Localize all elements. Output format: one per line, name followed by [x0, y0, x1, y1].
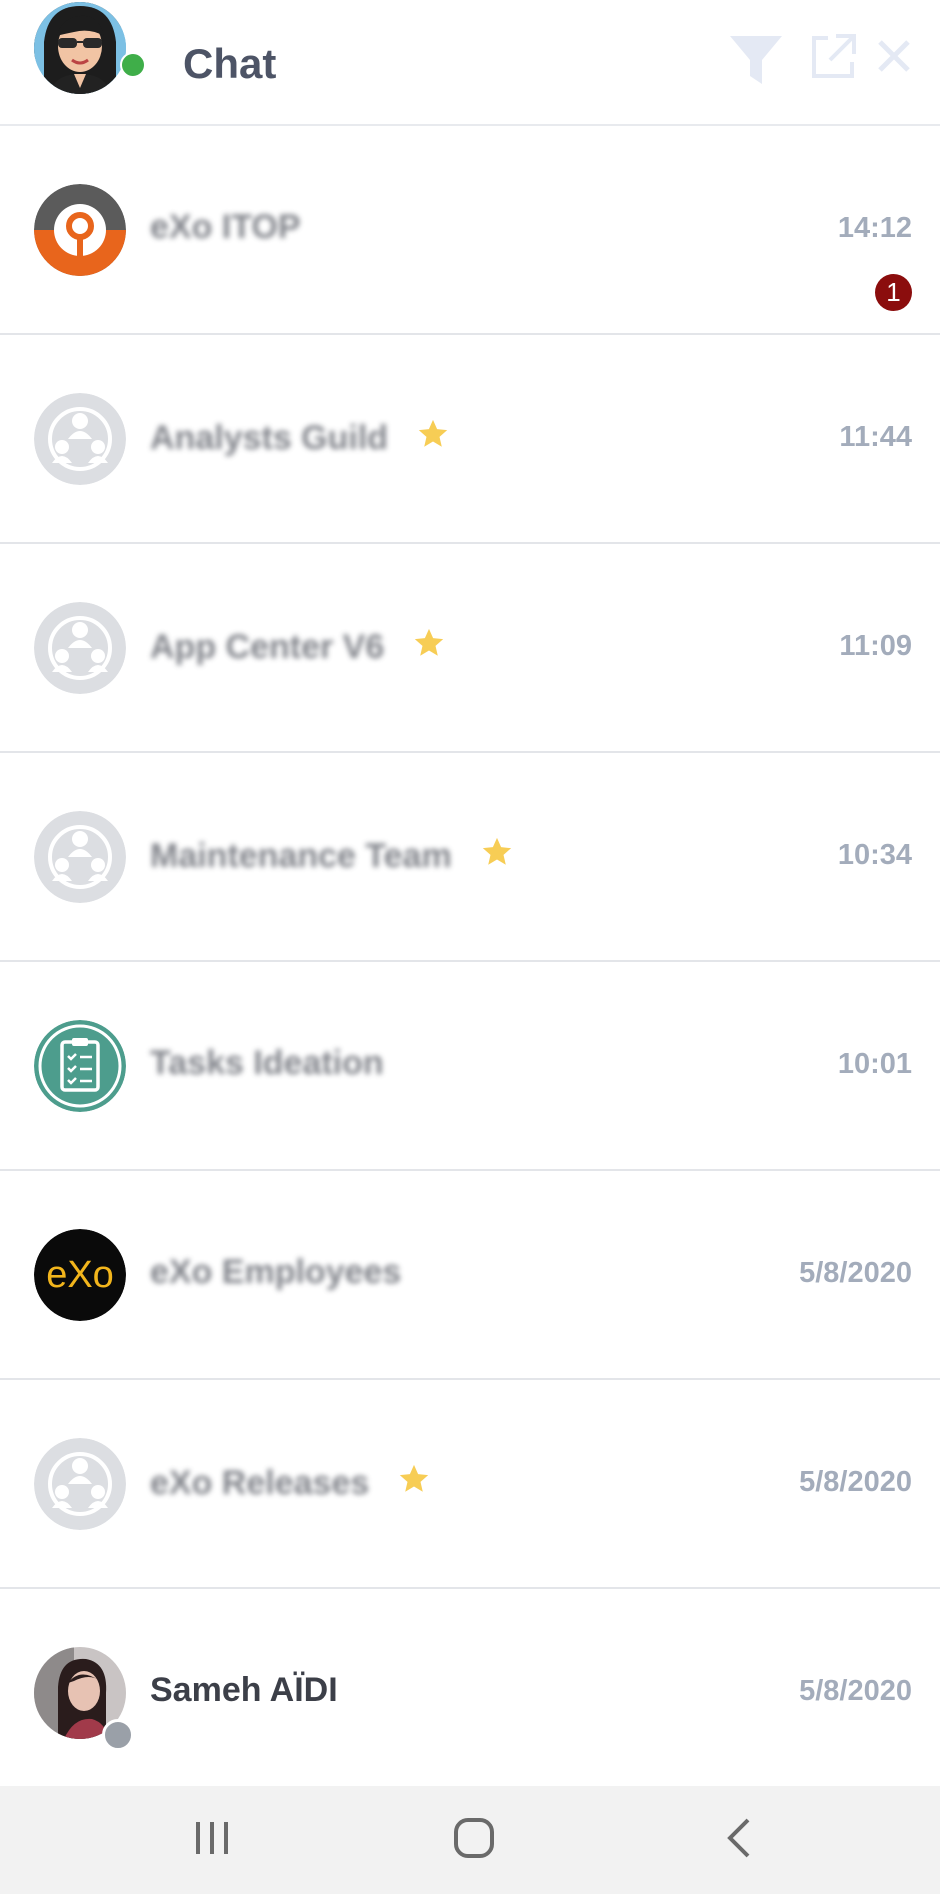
conversation-name: Analysts Guild — [150, 419, 389, 457]
conversation-row[interactable]: eXo eXo Employees 5/8/2020 — [0, 1171, 940, 1380]
svg-text:eXo: eXo — [46, 1254, 114, 1296]
clipboard-icon — [34, 1020, 126, 1112]
conversation-row[interactable]: eXo Releases 5/8/2020 — [0, 1380, 940, 1589]
conversation-name-wrap: App Center V6 — [150, 626, 446, 669]
conversation-row[interactable]: Analysts Guild 11:44 — [0, 335, 940, 544]
conversation-name: App Center V6 — [150, 628, 385, 666]
conversation-name-wrap: eXo Releases — [150, 1462, 431, 1505]
favorite-star-icon[interactable] — [412, 626, 446, 669]
user-status-dot — [102, 1719, 134, 1751]
conversation-time: 10:34 — [837, 839, 912, 871]
recent-apps-icon[interactable] — [192, 1816, 232, 1860]
chat-header: Chat — [0, 0, 940, 126]
conversation-name: eXo Releases — [150, 1464, 370, 1502]
conversation-name: Sameh AÏDI — [150, 1671, 338, 1709]
ring-logo-avatar — [34, 184, 126, 276]
filter-icon[interactable] — [728, 32, 784, 88]
favorite-star-icon[interactable] — [480, 835, 514, 878]
conversation-name-wrap: Maintenance Team — [150, 835, 514, 878]
conversation-name: eXo Employees — [150, 1253, 402, 1291]
conversation-name: eXo ITOP — [150, 208, 301, 246]
conversation-row[interactable]: Sameh AÏDI 5/8/2020 — [0, 1589, 940, 1779]
conversation-row[interactable]: eXo ITOP 14:12 1 — [0, 126, 940, 335]
external-link-icon[interactable] — [808, 32, 858, 82]
conversation-name: Maintenance Team — [150, 837, 452, 875]
conversation-time: 5/8/2020 — [799, 1466, 912, 1498]
conversation-row[interactable]: Maintenance Team 10:34 — [0, 753, 940, 962]
system-nav-bar — [0, 1786, 940, 1894]
group-icon — [34, 602, 126, 694]
conversation-time: 10:01 — [837, 1048, 912, 1080]
back-icon[interactable] — [720, 1816, 760, 1860]
current-user-avatar[interactable] — [34, 2, 126, 94]
home-icon[interactable] — [452, 1816, 496, 1860]
group-icon — [34, 393, 126, 485]
exo-logo-avatar: eXo — [34, 1229, 126, 1321]
favorite-star-icon[interactable] — [416, 417, 450, 460]
conversation-list: eXo ITOP 14:12 1 Analysts Guild 11:44 Ap… — [0, 126, 940, 1779]
unread-badge: 1 — [875, 274, 912, 311]
conversation-time: 11:09 — [839, 630, 912, 662]
online-status-dot — [120, 52, 146, 78]
conversation-time: 5/8/2020 — [799, 1675, 912, 1707]
conversation-row[interactable]: Tasks Ideation 10:01 — [0, 962, 940, 1171]
group-icon — [34, 811, 126, 903]
conversation-row[interactable]: App Center V6 11:09 — [0, 544, 940, 753]
close-icon[interactable] — [876, 38, 912, 74]
favorite-star-icon[interactable] — [397, 1462, 431, 1505]
conversation-time: 14:12 — [837, 212, 912, 244]
conversation-name: Tasks Ideation — [150, 1044, 384, 1082]
conversation-name-wrap: Analysts Guild — [150, 417, 450, 460]
conversation-time: 11:44 — [839, 421, 912, 453]
group-icon — [34, 1438, 126, 1530]
conversation-time: 5/8/2020 — [799, 1257, 912, 1289]
page-title: Chat — [183, 40, 277, 87]
